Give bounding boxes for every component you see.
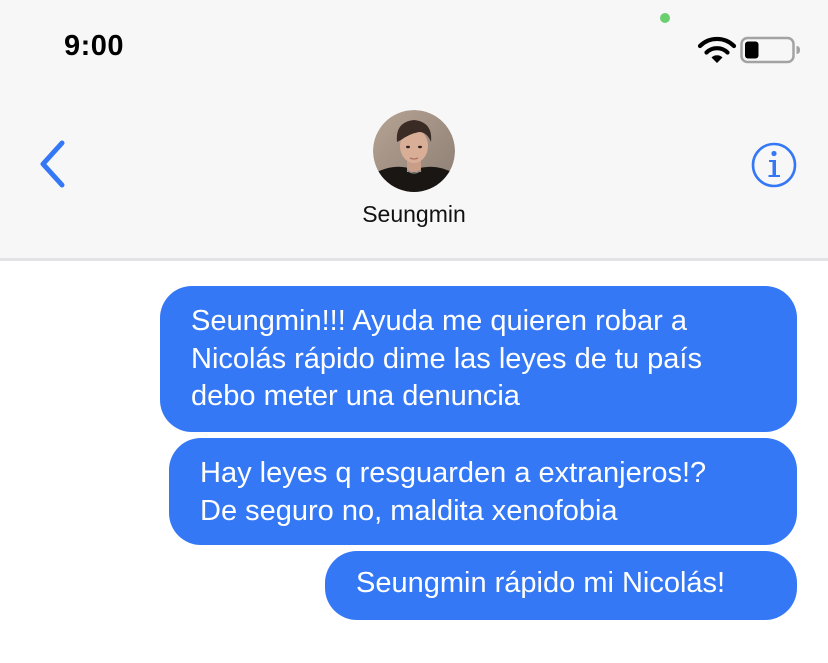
message-bubble-outgoing[interactable]: Hay leyes q resguarden a extranjeros!? D… [169, 438, 797, 545]
message-bubble-outgoing[interactable]: Seungmin!!! Ayuda me quieren robar a Nic… [160, 286, 797, 432]
info-icon[interactable] [749, 140, 799, 190]
privacy-indicator-dot [660, 13, 670, 23]
back-button[interactable] [32, 138, 76, 192]
status-time: 9:00 [64, 30, 125, 62]
message-bubble-outgoing[interactable]: Seungmin rápido mi Nicolás! [325, 551, 797, 620]
battery-icon [740, 36, 800, 64]
wifi-icon [697, 36, 737, 63]
contact-name[interactable]: Seungmin [314, 201, 514, 228]
avatar[interactable] [373, 110, 455, 192]
header-divider [0, 258, 828, 261]
